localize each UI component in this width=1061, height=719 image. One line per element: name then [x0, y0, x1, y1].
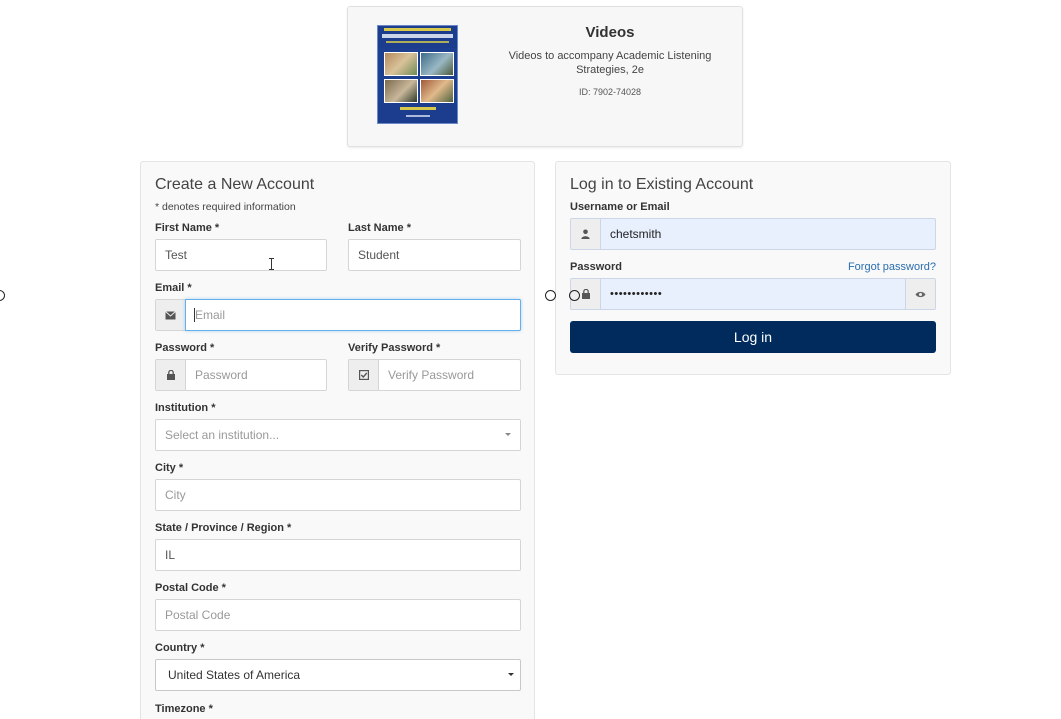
password-label: Password * — [155, 342, 215, 354]
verify-password-placeholder: Verify Password — [388, 368, 475, 382]
required-note: * denotes required information — [155, 201, 296, 213]
book-cover-image — [377, 25, 458, 124]
first-name-value: Test — [165, 248, 188, 262]
pointer-marker-icon — [0, 290, 5, 301]
user-icon — [571, 219, 601, 249]
postal-code-placeholder: Postal Code — [165, 608, 231, 622]
chevron-down-icon — [508, 673, 514, 676]
country-selected: United States of America — [168, 668, 301, 682]
login-heading: Log in to Existing Account — [570, 176, 754, 193]
postal-code-label: Postal Code * — [155, 582, 226, 594]
create-account-heading: Create a New Account — [155, 176, 315, 193]
cover-photo — [420, 79, 454, 103]
check-square-icon — [349, 360, 379, 390]
pointer-marker-icon — [545, 290, 556, 301]
email-placeholder: Email — [195, 308, 226, 322]
last-name-value: Student — [358, 248, 400, 262]
cover-photo — [420, 52, 454, 76]
country-select[interactable]: United States of America — [155, 659, 521, 691]
login-password-masked: •••••••••••• — [610, 288, 663, 300]
city-label: City * — [155, 462, 184, 474]
chevron-down-icon — [505, 433, 511, 436]
forgot-password-link[interactable]: Forgot password? — [848, 261, 936, 273]
username-value: chetsmith — [610, 227, 662, 241]
envelope-icon — [156, 300, 186, 330]
username-field[interactable]: chetsmith — [570, 218, 936, 250]
cover-photo — [384, 52, 418, 76]
state-value: IL — [165, 548, 176, 562]
login-password-label: Password — [570, 261, 622, 273]
institution-placeholder: Select an institution... — [165, 428, 280, 442]
state-field[interactable]: IL — [155, 539, 521, 571]
last-name-label: Last Name * — [348, 222, 411, 234]
cover-title-band — [378, 26, 457, 48]
login-password-field[interactable]: •••••••••••• — [570, 278, 936, 310]
country-label: Country * — [155, 642, 205, 654]
first-name-label: First Name * — [155, 222, 220, 234]
lock-icon — [156, 360, 186, 390]
product-id: ID: 7902-74028 — [578, 87, 642, 97]
pointer-marker-icon — [569, 290, 580, 301]
login-panel: Log in to Existing Account Username or E… — [555, 161, 951, 375]
password-field[interactable]: Password — [155, 359, 327, 391]
verify-password-field[interactable]: Verify Password — [348, 359, 521, 391]
verify-password-label: Verify Password * — [348, 342, 441, 354]
text-cursor-icon — [269, 258, 274, 270]
cover-photo — [384, 79, 418, 103]
institution-label: Institution * — [155, 402, 216, 414]
city-field[interactable]: City — [155, 479, 521, 511]
login-button[interactable]: Log in — [570, 321, 936, 353]
first-name-field[interactable]: Test — [155, 239, 327, 271]
last-name-field[interactable]: Student — [348, 239, 521, 271]
password-placeholder: Password — [195, 368, 248, 382]
username-label: Username or Email — [570, 201, 670, 213]
postal-code-field[interactable]: Postal Code — [155, 599, 521, 631]
email-label: Email * — [155, 282, 192, 294]
city-placeholder: City — [165, 488, 186, 502]
product-description: Videos to accompany Academic Listening S… — [508, 50, 712, 76]
eye-icon[interactable] — [905, 279, 935, 309]
product-card: Videos Videos to accompany Academic List… — [347, 6, 743, 147]
cover-author-band — [378, 103, 457, 123]
state-label: State / Province / Region * — [155, 522, 292, 534]
institution-select[interactable]: Select an institution... — [155, 419, 521, 451]
timezone-label: Timezone * — [155, 703, 213, 715]
email-field[interactable]: Email — [185, 299, 521, 331]
product-title: Videos — [585, 24, 635, 41]
create-account-panel: Create a New Account * denotes required … — [140, 161, 535, 719]
